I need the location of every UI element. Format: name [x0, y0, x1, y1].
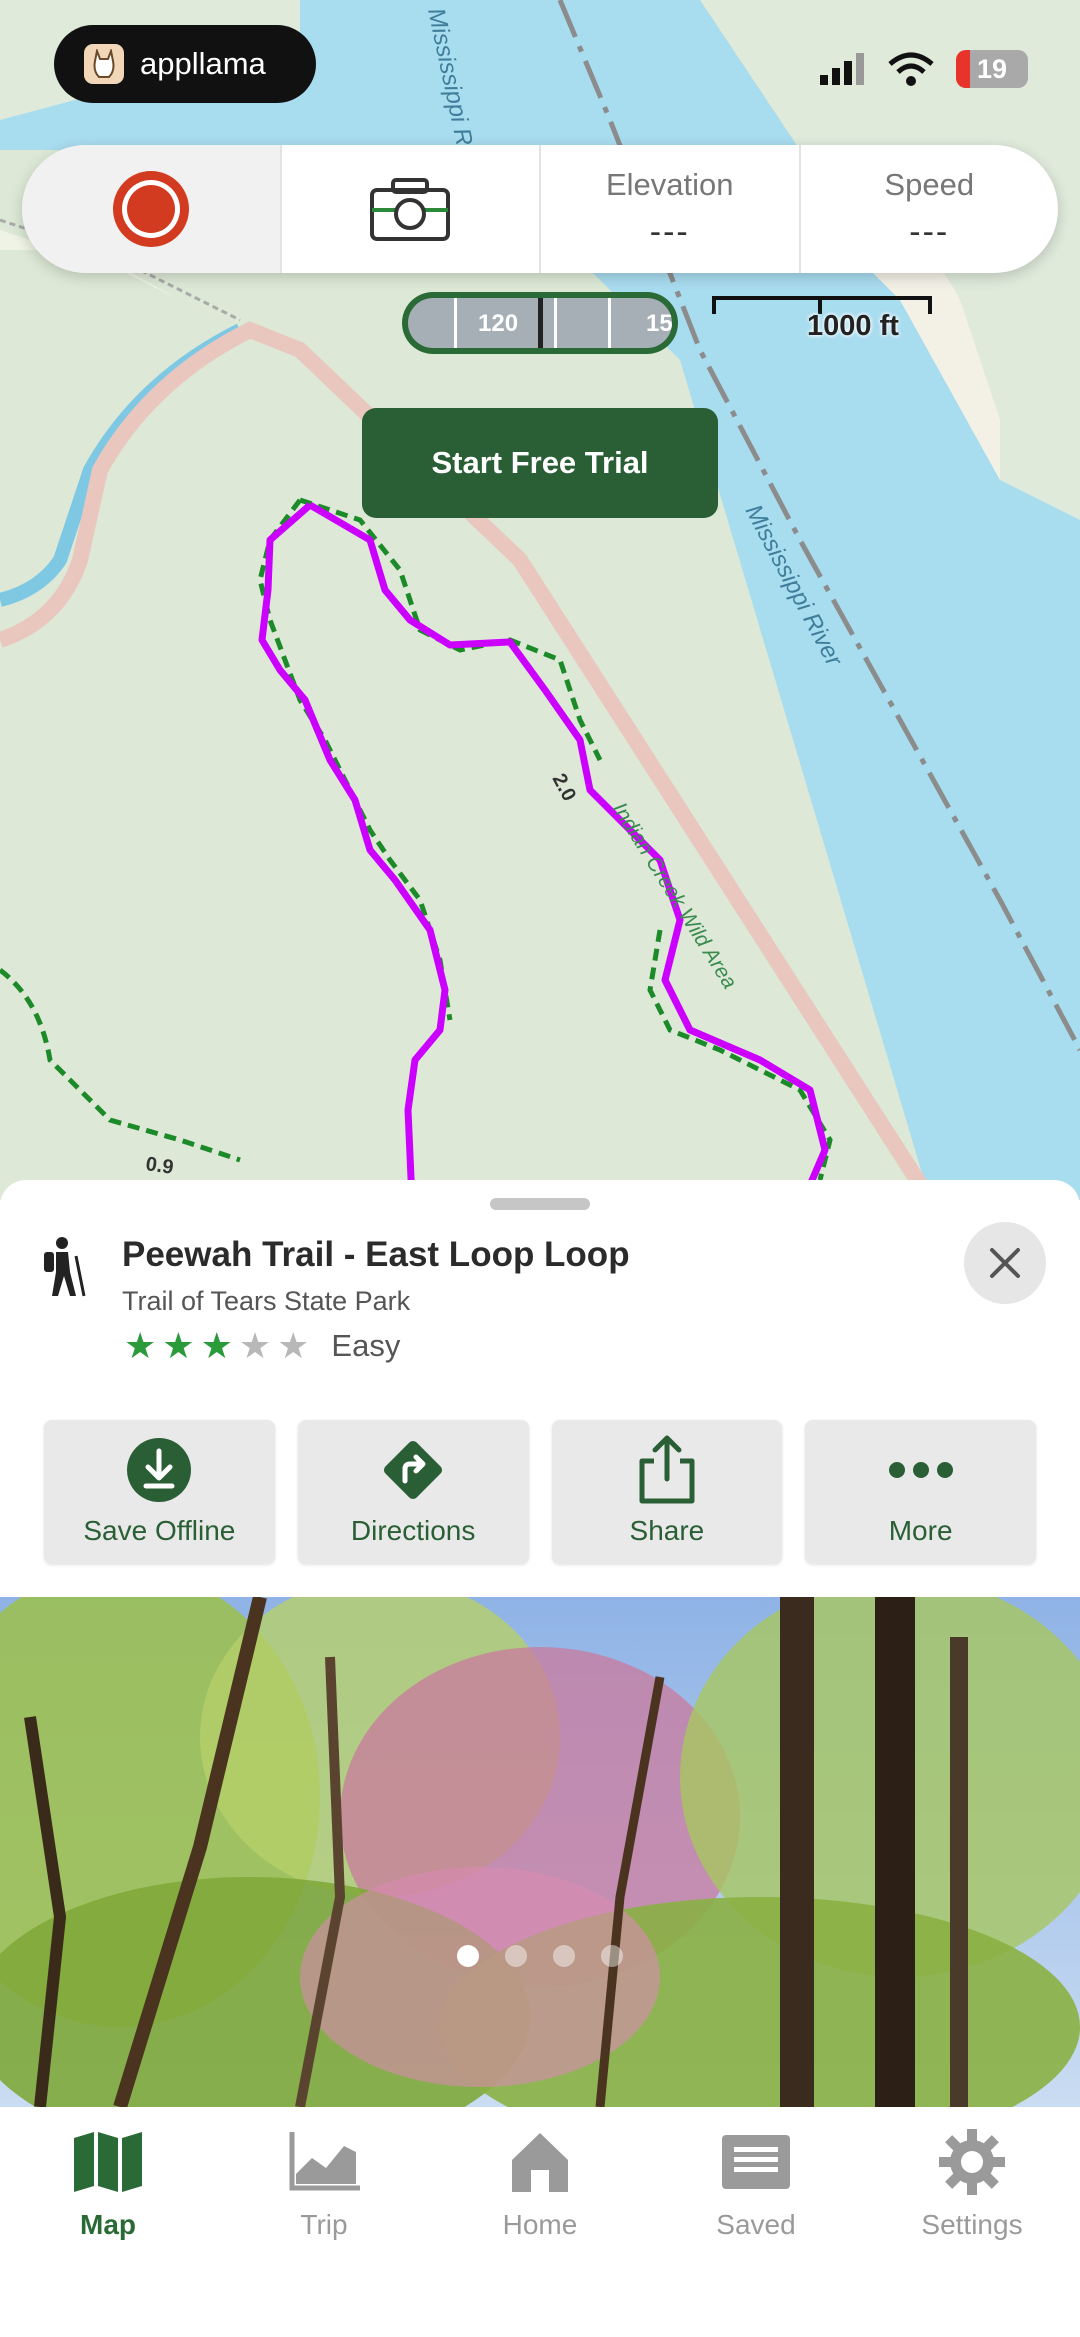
close-icon	[990, 1248, 1020, 1278]
pager-dot-active[interactable]	[457, 1945, 479, 1967]
tab-saved-label: Saved	[716, 2209, 796, 2240]
share-icon	[639, 1435, 695, 1504]
map-scale: 1000 ft	[712, 292, 932, 344]
scale-label: 1000 ft	[807, 310, 899, 342]
trail-actions: Save Offline Directions Share More	[44, 1420, 1036, 1564]
trail-park[interactable]: Trail of Tears State Park	[122, 1286, 410, 1317]
record-icon	[112, 171, 189, 247]
pager-dot[interactable]	[505, 1945, 527, 1967]
more-button[interactable]: More	[805, 1420, 1036, 1564]
star-empty-icon: ★	[277, 1325, 310, 1366]
star-icon: ★	[162, 1325, 195, 1366]
start-free-trial-button[interactable]: Start Free Trial	[362, 408, 718, 518]
star-icon: ★	[124, 1325, 157, 1366]
tab-map[interactable]: Map	[0, 2107, 216, 2337]
star-icon: ★	[200, 1325, 233, 1366]
trip-chart-icon	[289, 2132, 360, 2191]
gear-icon	[939, 2129, 1005, 2195]
tab-home-label: Home	[502, 2209, 578, 2240]
speed-value: ---	[909, 212, 950, 251]
share-button[interactable]: Share	[551, 1420, 783, 1564]
bottom-tab-bar: Map Trip Home Saved Settings	[0, 2107, 1080, 2337]
record-button[interactable]	[22, 145, 282, 273]
tab-saved[interactable]: Saved	[648, 2107, 864, 2337]
directions-icon	[384, 1440, 443, 1500]
directions-button[interactable]: Directions	[297, 1420, 529, 1564]
mile-marker-0-9: 0.9	[144, 1153, 175, 1179]
pager-dot[interactable]	[601, 1945, 623, 1967]
llama-logo-icon	[84, 44, 124, 84]
sheet-grabber[interactable]	[490, 1198, 590, 1210]
elevation-label: Elevation	[605, 166, 734, 202]
elevation-value: ---	[649, 212, 690, 251]
star-empty-icon: ★	[238, 1325, 272, 1366]
save-offline-button[interactable]: Save Offline	[44, 1420, 275, 1564]
battery-indicator: 19	[956, 50, 1028, 88]
share-label: Share	[629, 1515, 705, 1546]
tab-trip[interactable]: Trip	[216, 2107, 432, 2337]
app-name: appllama	[140, 46, 266, 81]
trail-title: Peewah Trail - East Loop Loop	[122, 1235, 630, 1274]
more-dots-icon	[888, 1462, 953, 1478]
tab-settings-label: Settings	[921, 2209, 1023, 2240]
directions-label: Directions	[350, 1515, 476, 1546]
tab-settings[interactable]: Settings	[864, 2107, 1080, 2337]
download-icon	[127, 1438, 192, 1502]
tab-home[interactable]: Home	[432, 2107, 648, 2337]
system-status-icons: 19	[820, 50, 1028, 88]
tracking-toolbar: Elevation --- Speed ---	[22, 145, 1058, 273]
recording-app-pill: appllama	[54, 25, 316, 103]
map-icon	[74, 2132, 142, 2192]
compass-label-15: 15	[646, 310, 672, 337]
difficulty-rating: ★ ★ ★ ★ ★ Easy	[124, 1328, 400, 1364]
tab-map-label: Map	[80, 2209, 136, 2240]
saved-tray-icon	[722, 2135, 790, 2189]
trail-photo[interactable]	[0, 1597, 1080, 2107]
tab-trip-label: Trip	[300, 2209, 348, 2240]
cellular-signal-icon	[820, 53, 864, 85]
heading-compass[interactable]: 120 15	[402, 292, 678, 354]
elevation-readout: Elevation ---	[541, 145, 801, 273]
more-label: More	[888, 1515, 953, 1546]
photo-pager[interactable]	[0, 1945, 1080, 1967]
wifi-icon	[888, 52, 934, 86]
camera-button[interactable]	[282, 145, 541, 273]
pager-dot[interactable]	[553, 1945, 575, 1967]
compass-label-120: 120	[478, 310, 519, 337]
close-button[interactable]	[964, 1222, 1046, 1304]
home-icon	[512, 2133, 568, 2192]
camera-icon	[370, 178, 451, 241]
hiker-icon	[44, 1237, 86, 1297]
speed-readout: Speed ---	[801, 145, 1059, 273]
speed-label: Speed	[884, 166, 975, 202]
difficulty-label: Easy	[331, 1328, 401, 1363]
save-offline-label: Save Offline	[83, 1515, 236, 1546]
